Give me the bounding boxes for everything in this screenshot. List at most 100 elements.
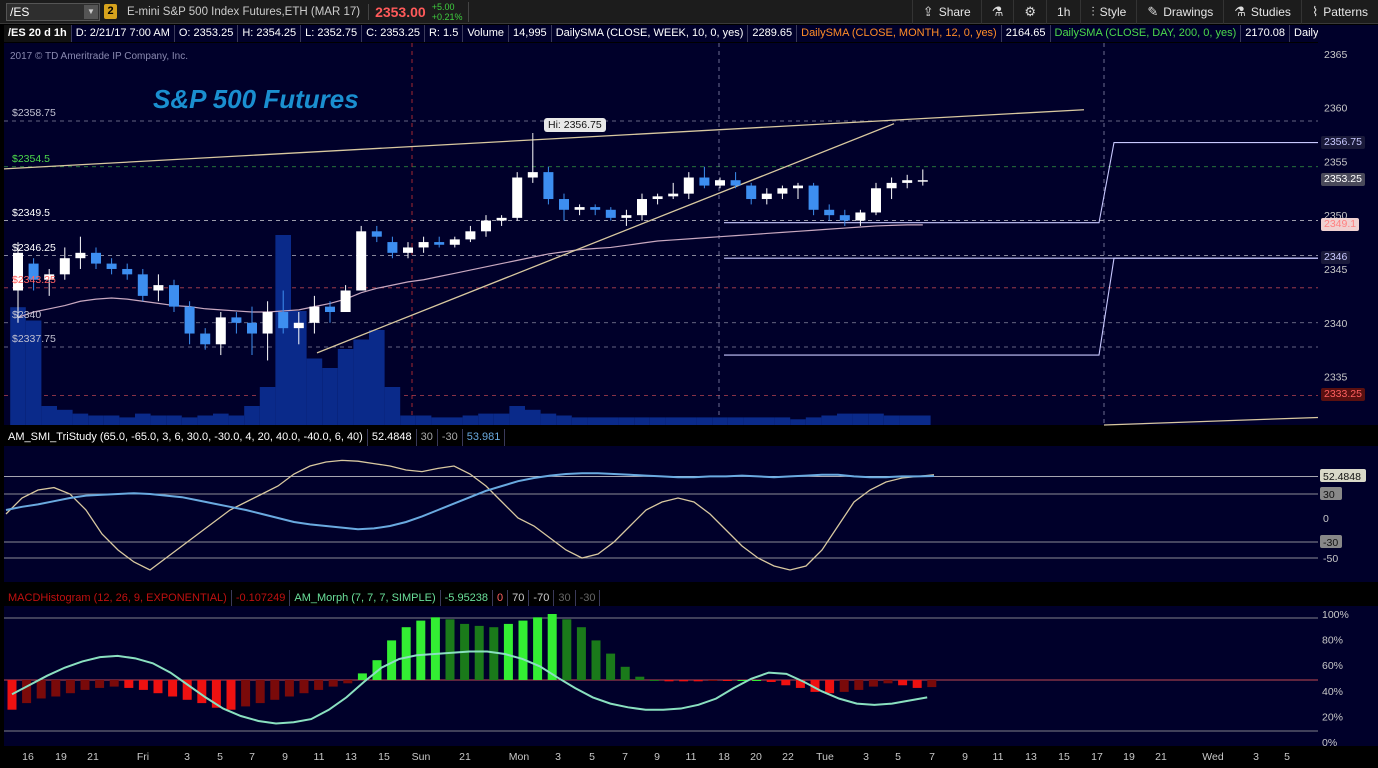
macd-bar (825, 680, 835, 694)
time-tick-label: 3 (555, 751, 561, 763)
candle-body (293, 322, 304, 329)
morph-level-0: 0 (493, 590, 509, 607)
studies-button[interactable]: ⚗ Studies (1223, 0, 1301, 24)
volume-bar (150, 415, 167, 425)
macd-bar (664, 680, 674, 682)
legend-volume-label[interactable]: Volume (463, 25, 510, 42)
volume-bar (400, 415, 416, 425)
morph-legend-name[interactable]: AM_Morph (7, 7, 7, SIMPLE) (290, 590, 441, 607)
candle-body (902, 180, 913, 183)
macd-bar (547, 614, 557, 680)
candle-body (699, 177, 710, 186)
time-tick-label: 3 (863, 751, 869, 763)
macd-bar (401, 627, 411, 680)
macd-bar (898, 680, 908, 686)
candle-body (200, 333, 211, 345)
studies-label: Studies (1250, 4, 1291, 19)
price-change: +5.00 +0.21% (432, 1, 470, 22)
macd-bar (299, 680, 309, 694)
time-tick-label: 7 (929, 751, 935, 763)
volume-bar (790, 419, 806, 425)
time-tick-label: 11 (993, 751, 1004, 763)
drawings-label: Drawings (1163, 4, 1214, 19)
share-button[interactable]: ⇪ Share (911, 0, 981, 24)
macd-bar (7, 680, 17, 710)
level-label: $2354.5 (12, 152, 50, 165)
legend-close: C: 2353.25 (362, 25, 425, 42)
smi-legend-name[interactable]: AM_SMI_TriStudy (65.0, -65.0, 3, 6, 30.0… (4, 429, 368, 446)
candle-body (652, 196, 663, 200)
time-tick-label: 18 (718, 751, 730, 763)
macd-panel[interactable] (4, 606, 1318, 746)
macd-bar (649, 680, 659, 681)
time-tick-label: 5 (1284, 751, 1290, 763)
volume-bar (509, 406, 525, 425)
smi-legend-smooth: 53.981 (463, 429, 506, 446)
symbol-description: E-mini S&P 500 Index Futures,ETH (MAR 17… (127, 5, 361, 18)
level-label: $2358.75 (12, 107, 56, 119)
macd-legend-value: -0.107249 (232, 590, 291, 607)
drawings-button[interactable]: ✎ Drawings (1136, 0, 1223, 24)
chevron-down-icon[interactable]: ▼ (84, 4, 98, 19)
volume-bar (493, 413, 510, 425)
volume-bar (681, 417, 697, 425)
macd-axis[interactable]: 100% 80% 60% 40% 20% 0% (1318, 606, 1378, 749)
time-tick-label: 5 (589, 751, 595, 763)
candle-body (574, 207, 585, 210)
volume-bar (213, 413, 229, 425)
candle-body (855, 212, 866, 221)
symbol-input[interactable]: /ES ▼ (6, 2, 100, 21)
legend-sma-day[interactable]: DailySMA (CLOSE, DAY, 200, 0, yes) (1051, 25, 1242, 42)
link-group-badge[interactable]: 2 (104, 4, 117, 19)
legend-sma-week-value: 2289.65 (748, 25, 798, 42)
timeframe-button[interactable]: 1h (1046, 0, 1080, 24)
candle-body (683, 177, 694, 194)
style-button[interactable]: ⫶ Style (1080, 0, 1136, 24)
copyright-text: 2017 © TD Ameritrade IP Company, Inc. (10, 51, 189, 62)
volume-bar (587, 417, 603, 425)
time-tick-label: 9 (654, 751, 660, 763)
legend-more[interactable]: Daily... (1290, 25, 1318, 42)
time-tick-label: 21 (1155, 751, 1167, 763)
macd-legend-name[interactable]: MACDHistogram (12, 26, 9, EXPONENTIAL) (4, 590, 232, 607)
rising-trendline (316, 123, 895, 354)
time-tick-label: 3 (1253, 751, 1259, 763)
macd-bar (503, 623, 513, 680)
price-tick-label: 2355 (1324, 156, 1348, 168)
smi-panel[interactable] (4, 446, 1318, 582)
share-icon: ⇪ (922, 3, 934, 19)
volume-bar (103, 415, 120, 425)
legend-symbol-period[interactable]: /ES 20 d 1h (4, 25, 72, 42)
volume-bar (447, 417, 463, 425)
patterns-button[interactable]: ⌇ Patterns (1300, 0, 1378, 24)
time-axis[interactable]: 16 19 21 Fri 3 5 7 9 11 13 15 Sun 21 Mon 3 5 7 9 11 18 20 22 T… (0, 746, 1378, 768)
macd-bar (518, 620, 528, 680)
time-tick-label: 9 (282, 751, 288, 763)
candle-body (543, 172, 554, 200)
toolbar-actions: ⇪ Share ⚗ ⚙ 1h ⫶ Style ✎ Drawings ⚗ Studies … (911, 0, 1378, 24)
volume-bar (712, 417, 728, 425)
smi-axis[interactable]: 52.4848 30 0 -30 -50 (1318, 446, 1378, 582)
volume-bar (868, 413, 884, 425)
candle-body (137, 274, 148, 296)
macd-bar (693, 680, 703, 682)
morph-legend-value: -5.95238 (441, 590, 494, 607)
morph-level-neg30: -30 (576, 590, 601, 607)
top-toolbar: /ES ▼ 2 E-mini S&P 500 Index Futures,ETH… (0, 0, 1378, 24)
volume-bar (603, 417, 619, 425)
time-tick-label: 9 (962, 751, 968, 763)
candle-body (153, 285, 164, 291)
flask-button[interactable]: ⚗ (980, 0, 1014, 24)
legend-sma-week[interactable]: DailySMA (CLOSE, WEEK, 10, 0, yes) (552, 25, 749, 42)
morph-level-70: 70 (508, 590, 530, 607)
legend-sma-month[interactable]: DailySMA (CLOSE, MONTH, 12, 0, yes) (797, 25, 1002, 42)
morph-level-neg70: -70 (529, 590, 555, 607)
time-tick-label: 5 (217, 751, 223, 763)
smi-tick-label: -50 (1323, 553, 1338, 565)
candle-body (215, 317, 226, 345)
candle-body (340, 290, 351, 313)
volume-bar (384, 387, 401, 425)
settings-button[interactable]: ⚙ (1013, 0, 1046, 24)
legend-date: D: 2/21/17 7:00 AM (72, 25, 175, 42)
volume-bar (634, 417, 650, 425)
